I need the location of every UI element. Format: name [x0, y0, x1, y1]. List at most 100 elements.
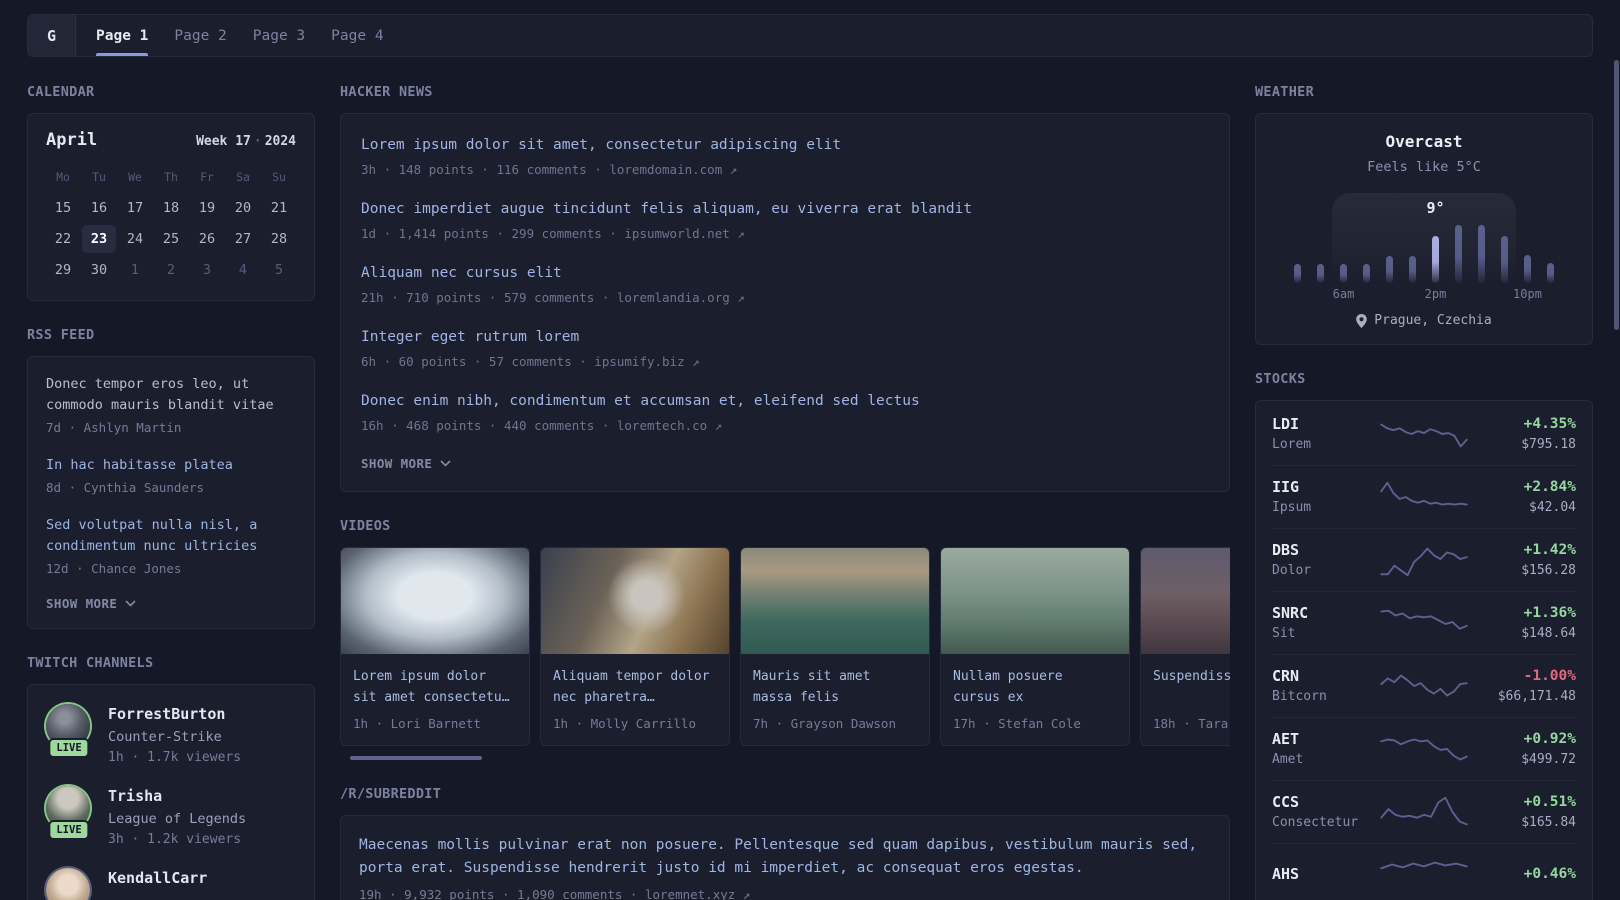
- weather-bar: [1455, 225, 1462, 283]
- rss-item-title[interactable]: Donec tempor eros leo, ut commodo mauris…: [46, 374, 296, 416]
- video-meta: 18h · Tara: [1153, 716, 1229, 731]
- video-card[interactable]: Aliquam tempor dolor nec pharetra… 1h · M…: [540, 547, 730, 746]
- stock-sparkline: [1380, 861, 1468, 870]
- hacker-news-item: Integer eget rutrum lorem 6h · 60 points …: [361, 326, 1209, 371]
- hacker-news-item-title[interactable]: Donec enim nibh, condimentum et accumsan…: [361, 390, 1209, 412]
- calendar-weekday: Su: [272, 170, 286, 184]
- rss-list: Donec tempor eros leo, ut commodo mauris…: [46, 374, 296, 578]
- stock-row[interactable]: LDI Lorem +4.35% $795.18: [1272, 403, 1576, 465]
- hacker-news-item-title[interactable]: Donec imperdiet augue tincidunt felis al…: [361, 198, 1209, 220]
- rss-item-title[interactable]: In hac habitasse platea: [46, 455, 296, 476]
- page-scrollbar-thumb[interactable]: [1614, 60, 1619, 330]
- subreddit-widget: /R/SUBREDDIT Maecenas mollis pulvinar er…: [340, 786, 1230, 900]
- stock-sparkline: [1380, 423, 1468, 448]
- stock-identity: CCS Consectetur: [1272, 792, 1376, 832]
- stocks-section-title: STOCKS: [1255, 371, 1306, 387]
- calendar-day: 25: [162, 231, 180, 247]
- video-title: Suspendisse diam: [1153, 669, 1230, 684]
- twitch-channel-row[interactable]: LIVE ForrestBurton Counter-Strike 1h · 1.7k…: [44, 702, 298, 767]
- live-badge: LIVE: [48, 820, 90, 840]
- subreddit-post-meta: 19h · 9,932 points · 1,090 comments · lo…: [359, 887, 751, 900]
- twitch-channel-meta: 1h · 1.7k viewers: [108, 750, 242, 765]
- weather-bar: [1501, 236, 1508, 283]
- hacker-news-item: Donec enim nibh, condimentum et accumsan…: [361, 390, 1209, 435]
- calendar-day: 17: [126, 200, 144, 216]
- twitch-channel-row[interactable]: LIVE Trisha League of Legends 3h · 1.2k vie…: [44, 784, 298, 849]
- rss-section-title: RSS FEED: [27, 327, 95, 343]
- tab-page-1[interactable]: Page 1: [83, 15, 161, 56]
- stock-identity: LDI Lorem: [1272, 414, 1376, 454]
- video-card[interactable]: Suspendisse diam 18h · Tara: [1140, 547, 1230, 746]
- tab-page-4[interactable]: Page 4: [318, 15, 396, 56]
- tab-page-2[interactable]: Page 2: [161, 15, 239, 56]
- twitch-channel-info: ForrestBurton Counter-Strike 1h · 1.7k vie…: [108, 702, 241, 767]
- stock-row[interactable]: DBS Dolor +1.42% $156.28: [1272, 528, 1576, 591]
- hacker-news-item-title[interactable]: Lorem ipsum dolor sit amet, consectetur …: [361, 134, 1209, 156]
- right-column: WEATHER Overcast Feels like 5°C 9° 6am 2p…: [1255, 84, 1593, 900]
- stock-change: +0.92%: [1523, 731, 1576, 747]
- stock-row[interactable]: CRN Bitcorn -1.00% $66,171.48: [1272, 654, 1576, 717]
- stock-row[interactable]: AET Amet +0.92% $499.72: [1272, 717, 1576, 780]
- weather-bar-slot: [1332, 264, 1355, 283]
- hacker-news-widget: HACKER NEWS Lorem ipsum dolor sit amet, …: [340, 84, 1230, 492]
- hacker-news-item-title[interactable]: Integer eget rutrum lorem: [361, 326, 1209, 348]
- rss-card: Donec tempor eros leo, ut commodo mauris…: [27, 356, 315, 629]
- twitch-channel-name: Trisha: [108, 787, 163, 805]
- tab-page-3[interactable]: Page 3: [240, 15, 318, 56]
- left-column: CALENDAR April Week 17 · 2024 Mo Tu We Th Fr Sa…: [27, 84, 315, 900]
- stock-price: $165.84: [1521, 815, 1576, 830]
- stock-symbol: AHS: [1272, 864, 1300, 883]
- twitch-section-title: TWITCH CHANNELS: [27, 655, 154, 671]
- rss-item: Donec tempor eros leo, ut commodo mauris…: [46, 374, 296, 437]
- top-navigation-bar: G Page 1 Page 2 Page 3 Page 4: [27, 14, 1593, 57]
- stock-symbol: CCS: [1272, 793, 1300, 811]
- stock-row[interactable]: IIG Ipsum +2.84% $42.04: [1272, 465, 1576, 528]
- rss-show-more-button[interactable]: SHOW MORE: [46, 596, 296, 611]
- stock-row[interactable]: AHS +0.46%: [1272, 843, 1576, 900]
- rss-item: Sed volutpat nulla nisl, a condimentum n…: [46, 515, 296, 578]
- hacker-news-list: Lorem ipsum dolor sit amet, consectetur …: [361, 134, 1209, 435]
- video-card[interactable]: Lorem ipsum dolor sit amet consectetu… 1h…: [340, 547, 530, 746]
- hacker-news-show-more-button[interactable]: SHOW MORE: [361, 456, 1209, 471]
- weather-bar-slot: [1378, 256, 1401, 283]
- weather-bar: [1524, 255, 1531, 283]
- hacker-news-item: Donec imperdiet augue tincidunt felis al…: [361, 198, 1209, 243]
- location-pin-icon: [1356, 313, 1368, 328]
- stock-name: Consectetur: [1272, 815, 1359, 830]
- stock-symbol: SNRC: [1272, 604, 1309, 622]
- calendar-day: 29: [54, 262, 72, 278]
- weather-bar-slot: [1493, 236, 1516, 283]
- twitch-card: LIVE ForrestBurton Counter-Strike 1h · 1.7k…: [27, 684, 315, 900]
- hacker-news-item-title[interactable]: Aliquam nec cursus elit: [361, 262, 1209, 284]
- videos-scrollbar-thumb[interactable]: [350, 756, 482, 760]
- stock-row[interactable]: SNRC Sit +1.36% $148.64: [1272, 591, 1576, 654]
- stock-identity: IIG Ipsum: [1272, 477, 1376, 517]
- subreddit-post-title[interactable]: Maecenas mollis pulvinar erat non posuer…: [359, 834, 1211, 880]
- calendar-weekday: We: [128, 170, 142, 184]
- stock-symbol: AET: [1272, 730, 1300, 748]
- calendar-weekday-row: Mo Tu We Th Fr Sa Su: [46, 168, 296, 186]
- weather-axis-label: 6am: [1332, 287, 1355, 301]
- app-logo[interactable]: G: [28, 15, 76, 56]
- calendar-day: 19: [198, 200, 216, 216]
- twitch-channel-list: LIVE ForrestBurton Counter-Strike 1h · 1.7k…: [44, 702, 298, 900]
- stock-values: +0.92% $499.72: [1472, 729, 1576, 769]
- video-card[interactable]: Nullam posuere cursus ex 17h · Stefan Col…: [940, 547, 1130, 746]
- twitch-widget: TWITCH CHANNELS LIVE ForrestBurton Counter…: [27, 655, 315, 900]
- video-card[interactable]: Mauris sit amet massa felis 7h · Grayson …: [740, 547, 930, 746]
- hacker-news-section-title: HACKER NEWS: [340, 84, 433, 100]
- hacker-news-item-meta: 6h · 60 points · 57 comments · ipsumify.…: [361, 354, 700, 369]
- weather-bars: [1286, 193, 1562, 283]
- stock-name: Bitcorn: [1272, 689, 1327, 704]
- twitch-channel-row[interactable]: KendallCarr: [44, 866, 298, 900]
- stock-row[interactable]: CCS Consectetur +0.51% $165.84: [1272, 780, 1576, 843]
- calendar-day: 16: [90, 200, 108, 216]
- calendar-day: 3: [202, 262, 212, 278]
- videos-track: Lorem ipsum dolor sit amet consectetu… 1h…: [340, 547, 1230, 746]
- rss-widget: RSS FEED Donec tempor eros leo, ut commo…: [27, 327, 315, 629]
- rss-item-title[interactable]: Sed volutpat nulla nisl, a condimentum n…: [46, 515, 296, 557]
- rss-item-meta: 7d · Ashlyn Martin: [46, 420, 182, 435]
- calendar-weekday: Tu: [92, 170, 106, 184]
- stocks-widget: STOCKS LDI Lorem +4.35% $795.18 IIG Ipsum +2.8…: [1255, 371, 1593, 900]
- twitch-avatar-wrap: LIVE: [44, 702, 94, 758]
